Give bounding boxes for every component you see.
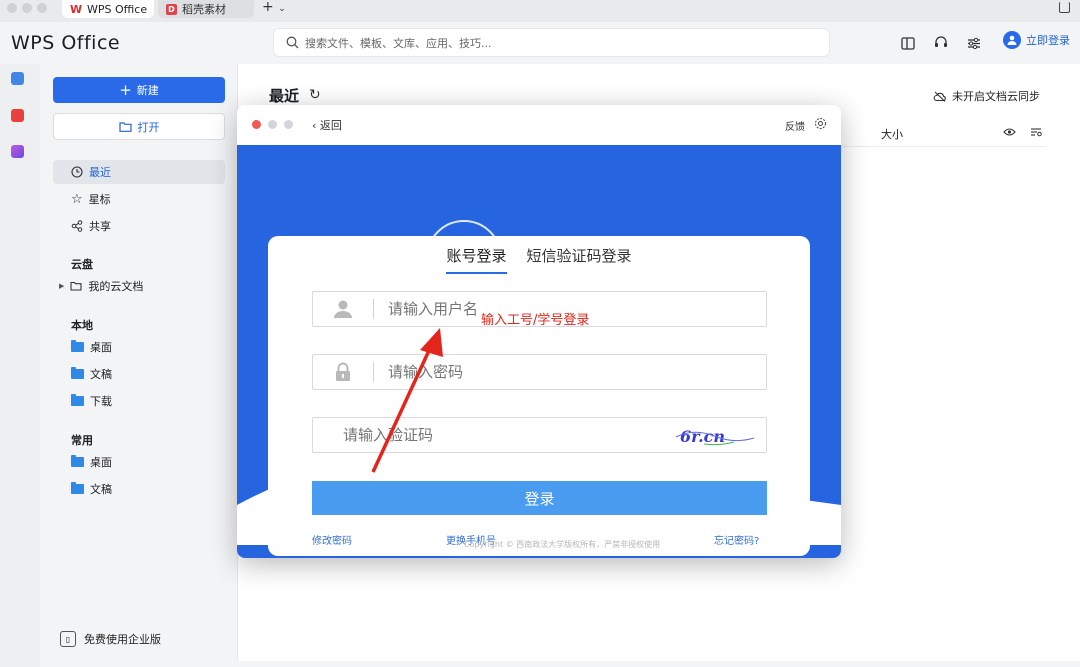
app-logo: WPS Office bbox=[11, 32, 121, 54]
calendar-app-icon[interactable] bbox=[11, 72, 24, 85]
sidebar-item-shared[interactable]: 共享 bbox=[53, 214, 225, 238]
forgot-password-link[interactable]: 忘记密码? bbox=[714, 532, 759, 547]
tab-docer[interactable]: D 稻壳素材 bbox=[158, 0, 254, 18]
docer-app-icon[interactable] bbox=[11, 109, 24, 122]
cloud-sync-status[interactable]: 未开启文档云同步 bbox=[933, 88, 1040, 104]
column-header-size[interactable]: 大小 bbox=[881, 126, 903, 142]
sidebar-item-desktop[interactable]: 桌面 bbox=[53, 335, 225, 359]
login-submit-button[interactable]: 登录 bbox=[312, 481, 767, 515]
plus-icon: + bbox=[119, 81, 132, 99]
window-layout-icon[interactable] bbox=[1059, 2, 1070, 13]
sidebar-item-label: 我的云文档 bbox=[88, 280, 144, 293]
search-placeholder: 搜索文件、模板、文库、应用、技巧... bbox=[305, 36, 492, 50]
sidebar: + 新建 打开 最近 ☆ 星标 共享 云盘 ▶ 我的云文档 本地 桌面 文稿 下… bbox=[40, 64, 237, 661]
sidebar-item-common-documents[interactable]: 文稿 bbox=[53, 477, 225, 501]
back-label: 返回 bbox=[319, 119, 342, 132]
avatar-icon bbox=[1003, 31, 1021, 49]
sidebar-item-downloads[interactable]: 下载 bbox=[53, 389, 225, 413]
sidebar-item-starred[interactable]: ☆ 星标 bbox=[53, 187, 225, 211]
login-tabs: 账号登录 短信验证码登录 bbox=[268, 245, 810, 274]
tab-account-login[interactable]: 账号登录 bbox=[446, 245, 507, 274]
new-button[interactable]: + 新建 bbox=[53, 77, 225, 103]
table-divider bbox=[842, 146, 1046, 147]
dialog-close-button[interactable] bbox=[252, 120, 261, 129]
sidebar-item-label: 星标 bbox=[88, 193, 111, 206]
apps-icon[interactable] bbox=[11, 145, 24, 158]
sidebar-item-label: 桌面 bbox=[90, 456, 112, 469]
docer-logo-icon: D bbox=[166, 3, 177, 15]
sidebar-item-recent[interactable]: 最近 bbox=[53, 160, 225, 184]
enterprise-label: 免费使用企业版 bbox=[84, 633, 161, 646]
change-password-link[interactable]: 修改密码 bbox=[312, 532, 352, 547]
sidebar-item-label: 共享 bbox=[89, 220, 111, 233]
tab-label: WPS Office bbox=[87, 2, 148, 16]
folder-open-icon bbox=[118, 122, 132, 132]
layout-toggle-icon[interactable] bbox=[899, 34, 917, 52]
folder-icon bbox=[71, 482, 84, 494]
sidebar-item-label: 桌面 bbox=[90, 341, 112, 354]
open-label: 打开 bbox=[137, 120, 160, 134]
open-button[interactable]: 打开 bbox=[53, 113, 225, 140]
window-minimize-button[interactable] bbox=[22, 3, 32, 13]
refresh-icon[interactable]: ↻ bbox=[309, 87, 321, 103]
annotation-arrow-icon bbox=[371, 328, 443, 473]
wps-logo-icon: W bbox=[69, 2, 83, 16]
login-dialog: ‹ 返回 反馈 账号登录 短信验证码登录 请输入用户名 请输入密码 请输入验证码… bbox=[237, 105, 841, 558]
new-tab-button[interactable]: + ⌄ bbox=[262, 0, 286, 16]
dialog-title-bar: ‹ 返回 反馈 bbox=[237, 105, 841, 145]
login-label: 立即登录 bbox=[1026, 34, 1070, 47]
section-local: 本地 bbox=[71, 319, 93, 332]
section-common: 常用 bbox=[71, 434, 93, 447]
app-header: WPS Office 搜索文件、模板、文库、应用、技巧... 立即登录 bbox=[0, 22, 1080, 64]
title-bar: W WPS Office D 稻壳素材 + ⌄ bbox=[0, 0, 1080, 22]
tab-sms-login[interactable]: 短信验证码登录 bbox=[527, 245, 632, 274]
star-icon: ☆ bbox=[71, 191, 83, 207]
eye-icon[interactable] bbox=[1003, 126, 1016, 140]
tab-label: 稻壳素材 bbox=[182, 3, 226, 16]
sidebar-item-label: 文稿 bbox=[90, 483, 112, 496]
customer-service-icon[interactable] bbox=[932, 34, 950, 52]
chevron-left-icon: ‹ bbox=[312, 119, 317, 132]
annotation-label: 输入工号/学号登录 bbox=[481, 313, 590, 328]
captcha-image[interactable]: 6r.cn bbox=[674, 424, 756, 448]
feedback-button[interactable]: 反馈 bbox=[785, 118, 805, 133]
clock-icon bbox=[71, 166, 83, 178]
cloud-off-icon bbox=[933, 91, 946, 102]
search-icon bbox=[286, 36, 299, 49]
sort-options-icon[interactable] bbox=[1030, 126, 1042, 140]
window-close-button[interactable] bbox=[7, 3, 17, 13]
dialog-maximize-button[interactable] bbox=[284, 120, 293, 129]
sidebar-item-my-cloud-docs[interactable]: ▶ 我的云文档 bbox=[53, 274, 225, 298]
dialog-minimize-button[interactable] bbox=[268, 120, 277, 129]
window-maximize-button[interactable] bbox=[37, 3, 47, 13]
folder-outline-icon bbox=[70, 281, 82, 291]
settings-sliders-icon[interactable] bbox=[965, 34, 983, 52]
sidebar-item-label: 文稿 bbox=[90, 368, 112, 381]
expand-triangle-icon[interactable]: ▶ bbox=[59, 282, 64, 290]
sidebar-item-label: 下载 bbox=[90, 395, 112, 408]
back-button[interactable]: ‹ 返回 bbox=[312, 117, 342, 133]
folder-icon bbox=[71, 394, 84, 406]
sidebar-item-common-desktop[interactable]: 桌面 bbox=[53, 450, 225, 474]
enterprise-button[interactable]: ▯ 免费使用企业版 bbox=[60, 631, 161, 647]
sync-label: 未开启文档云同步 bbox=[952, 90, 1040, 103]
new-label: 新建 bbox=[136, 84, 159, 97]
login-card: 账号登录 短信验证码登录 6r.cn 登录 修改密 bbox=[268, 236, 810, 556]
folder-icon bbox=[71, 340, 84, 352]
search-input[interactable]: 搜索文件、模板、文库、应用、技巧... bbox=[273, 28, 830, 57]
gear-icon[interactable] bbox=[814, 117, 827, 133]
sidebar-item-label: 最近 bbox=[89, 166, 111, 179]
copyright-text: Copyright © 西南政法大学版权所有，严禁非授权使用 bbox=[464, 540, 661, 549]
enterprise-icon: ▯ bbox=[60, 631, 76, 647]
section-cloud: 云盘 bbox=[71, 258, 93, 271]
app-rail bbox=[0, 64, 40, 667]
share-icon bbox=[71, 220, 83, 232]
folder-icon bbox=[71, 367, 84, 379]
sidebar-item-documents[interactable]: 文稿 bbox=[53, 362, 225, 386]
captcha-text: 6r.cn bbox=[680, 427, 725, 446]
tab-wps-office[interactable]: W WPS Office bbox=[62, 0, 154, 18]
folder-icon bbox=[71, 455, 84, 467]
login-button[interactable]: 立即登录 bbox=[1003, 31, 1070, 49]
page-title: 最近 bbox=[269, 87, 300, 105]
